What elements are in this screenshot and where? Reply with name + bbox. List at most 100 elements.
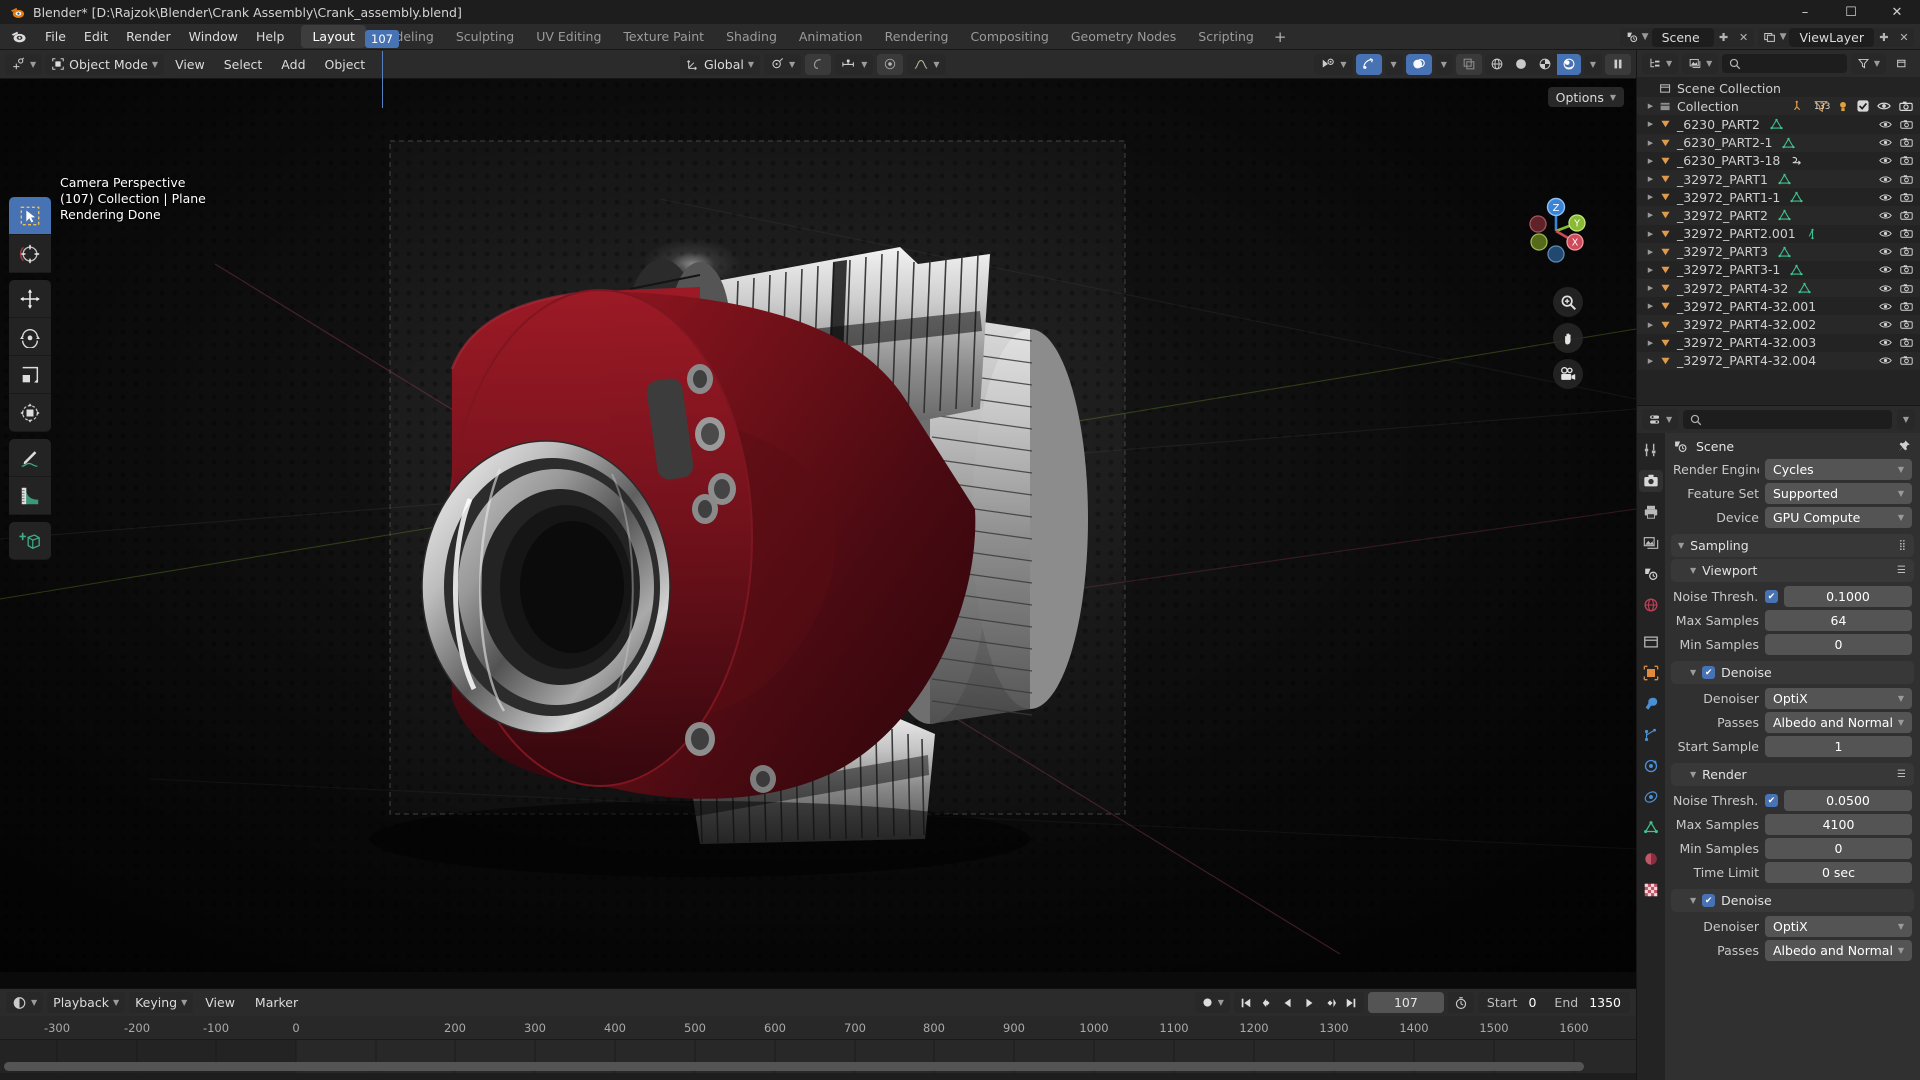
tool-transform[interactable] <box>9 394 51 432</box>
outliner-row-object[interactable]: ▶ _32972_PART4-32.003 <box>1637 334 1920 352</box>
hide-in-viewport-icon[interactable] <box>1879 355 1892 366</box>
close-button[interactable]: ✕ <box>1874 0 1920 24</box>
outliner-filter-button[interactable]: ▼ <box>1850 53 1886 74</box>
disable-in-render-icon[interactable] <box>1900 337 1913 348</box>
exclude-checkbox[interactable] <box>1857 100 1869 112</box>
viewport-min-samples-field[interactable]: 0 <box>1765 634 1912 655</box>
hide-in-viewport-icon[interactable] <box>1879 264 1892 275</box>
tab-modifiers[interactable] <box>1639 693 1663 715</box>
render-denoise-checkbox[interactable]: ✔ <box>1702 894 1716 907</box>
panel-chevron-down-icon[interactable]: ▼ <box>1678 541 1684 550</box>
tool-scale[interactable] <box>9 356 51 394</box>
zoom-view-button[interactable] <box>1553 287 1583 317</box>
tab-tool[interactable] <box>1639 439 1663 461</box>
tab-output[interactable] <box>1639 501 1663 523</box>
timeline-track[interactable] <box>0 1040 1636 1073</box>
transform-orientation-selector[interactable]: Global ▼ <box>680 53 761 75</box>
new-scene-button[interactable]: ✚ <box>1713 27 1734 47</box>
viewport-start-sample-field[interactable]: 1 <box>1765 736 1912 757</box>
menu-help[interactable]: Help <box>247 26 294 47</box>
disable-in-render-icon[interactable] <box>1900 155 1913 166</box>
keying-menu[interactable]: Keying ▼ <box>129 992 194 1013</box>
outliner-editor-type-selector[interactable]: ▼ <box>1642 53 1679 74</box>
pan-view-button[interactable] <box>1553 323 1583 353</box>
outliner-row-object[interactable]: ▶ _32972_PART4-32.001 <box>1637 297 1920 315</box>
hide-in-viewport-icon[interactable] <box>1879 283 1892 294</box>
workspace-tab-geometry-nodes[interactable]: Geometry Nodes <box>1060 25 1187 48</box>
render-noise-checkbox[interactable]: ✔ <box>1765 794 1778 807</box>
viewport-presets-icon[interactable]: ☰ <box>1897 565 1906 576</box>
viewport-passes-dropdown[interactable]: Albedo and Normal ▼ <box>1765 712 1912 733</box>
menu-window[interactable]: Window <box>180 26 247 47</box>
disclosure-triangle-icon[interactable]: ▶ <box>1644 248 1657 256</box>
timeline-playhead[interactable] <box>382 51 383 108</box>
play-reverse-button[interactable] <box>1278 992 1299 1013</box>
disclosure-triangle-icon[interactable]: ▶ <box>1644 157 1657 165</box>
panel-chevron-down-icon[interactable]: ▼ <box>1690 566 1696 575</box>
tab-collection[interactable] <box>1639 631 1663 653</box>
viewport-max-samples-field[interactable]: 64 <box>1765 610 1912 631</box>
render-engine-dropdown[interactable]: Cycles ▼ <box>1765 459 1912 480</box>
sampling-panel-header[interactable]: ▼ Sampling ⣿ <box>1671 534 1914 557</box>
tool-add-cube[interactable] <box>9 522 51 560</box>
gizmo-toggle[interactable] <box>1355 53 1382 75</box>
viewport-shading-modes[interactable] <box>1484 53 1581 75</box>
tab-render[interactable] <box>1639 470 1663 492</box>
disable-in-render-icon[interactable] <box>1900 319 1913 330</box>
render-time-limit-field[interactable]: 0 sec <box>1765 862 1912 883</box>
disable-in-render-icon[interactable] <box>1900 301 1913 312</box>
viewlayer-selector[interactable]: ▼ ViewLayer ✚ ✕ <box>1757 27 1914 47</box>
timeline-menu-marker[interactable]: Marker <box>247 992 306 1013</box>
outliner-row-object[interactable]: ▶ _32972_PART4-32.004 <box>1637 351 1920 370</box>
tab-texture[interactable] <box>1639 879 1663 901</box>
disclosure-triangle-icon[interactable]: ▶ <box>1644 230 1657 238</box>
remove-viewlayer-button[interactable]: ✕ <box>1894 27 1914 47</box>
play-button[interactable] <box>1299 992 1320 1013</box>
outliner-row-object[interactable]: ▶ _32972_PART3 <box>1637 242 1920 261</box>
snap-target-selector[interactable]: ▼ <box>764 53 802 75</box>
scene-selector[interactable]: ▼ Scene ✚ ✕ <box>1619 27 1754 47</box>
disclosure-triangle-icon[interactable]: ▶ <box>1644 175 1657 183</box>
overlays-options-button[interactable]: ▼ <box>1434 53 1453 75</box>
disable-in-render-icon[interactable] <box>1900 355 1913 366</box>
panel-chevron-down-icon[interactable]: ▼ <box>1690 668 1696 677</box>
outliner-row-object[interactable]: ▶ _32972_PART2 <box>1637 206 1920 225</box>
current-frame-field[interactable]: 107 <box>1367 992 1444 1013</box>
hide-in-viewport-icon[interactable] <box>1879 228 1892 239</box>
viewport-denoise-header[interactable]: ▼ ✔ Denoise <box>1683 661 1914 684</box>
outliner-row-object[interactable]: ▶ _32972_PART4-32.002 <box>1637 315 1920 334</box>
minimize-button[interactable]: – <box>1782 0 1828 24</box>
gizmo-options-button[interactable]: ▼ <box>1384 53 1403 75</box>
viewport-noise-checkbox[interactable]: ✔ <box>1765 590 1778 603</box>
start-frame-value[interactable]: 0 <box>1526 992 1545 1013</box>
render-presets-icon[interactable]: ☰ <box>1897 769 1906 780</box>
render-min-samples-field[interactable]: 0 <box>1765 838 1912 859</box>
frame-range-fields[interactable]: Start 0 End 1350 <box>1477 992 1630 1013</box>
disclosure-triangle-icon[interactable]: ▶ <box>1644 266 1657 274</box>
xray-toggle[interactable] <box>1455 53 1482 75</box>
tab-object-data[interactable] <box>1639 817 1663 839</box>
workspace-tab-scripting[interactable]: Scripting <box>1187 25 1265 48</box>
shading-rendered-button[interactable] <box>1556 53 1581 75</box>
viewlayer-name-field[interactable]: ViewLayer <box>1789 27 1874 47</box>
workspace-tab-rendering[interactable]: Rendering <box>874 25 960 48</box>
scene-chevron-icon[interactable]: ▼ <box>1642 32 1652 42</box>
viewport-menu-add[interactable]: Add <box>273 54 313 75</box>
jump-to-start-button[interactable] <box>1236 992 1257 1013</box>
disable-in-render-icon[interactable] <box>1899 100 1913 112</box>
disable-in-render-icon[interactable] <box>1900 246 1913 257</box>
panel-chevron-down-icon[interactable]: ▼ <box>1690 896 1696 905</box>
outliner-search-input[interactable] <box>1722 54 1847 73</box>
timeline-ruler[interactable]: -300 -200 -100 0 200 300 400 500 600 700… <box>0 1016 1636 1040</box>
render-panel-header[interactable]: ▼ Render ☰ <box>1683 763 1914 786</box>
hide-in-viewport-icon[interactable] <box>1879 246 1892 257</box>
outliner-row-object[interactable]: ▶ _32972_PART2.001 <box>1637 225 1920 243</box>
playback-buttons[interactable] <box>1233 992 1364 1013</box>
armature-filter-icon[interactable] <box>1793 100 1805 112</box>
hide-in-viewport-icon[interactable] <box>1879 155 1892 166</box>
disclosure-triangle-icon[interactable]: ▶ <box>1644 211 1657 219</box>
pause-render-button[interactable] <box>1605 53 1631 75</box>
viewport-options-button[interactable]: Options ▼ <box>1547 87 1624 107</box>
shading-material-preview-button[interactable] <box>1533 54 1557 75</box>
disclosure-triangle-icon[interactable]: ▶ <box>1644 339 1657 347</box>
